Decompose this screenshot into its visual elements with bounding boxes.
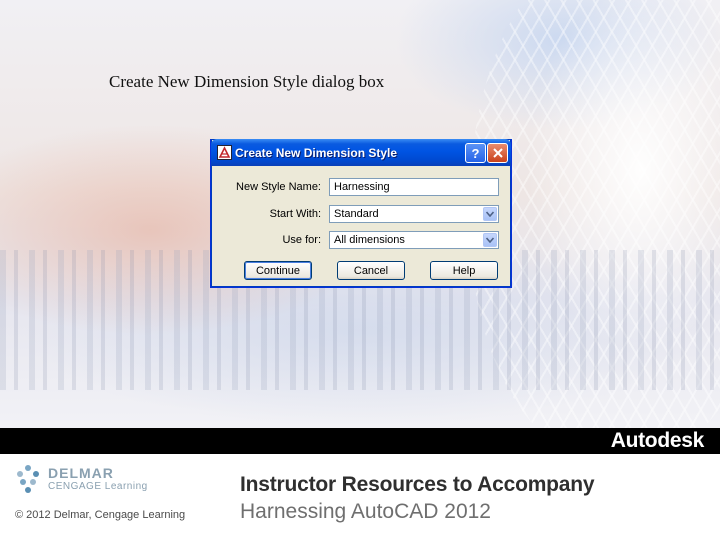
start-with-dropdown-button[interactable] (483, 207, 497, 221)
use-for-value: All dimensions (334, 234, 405, 246)
footer-brand-band: Autodesk (0, 428, 720, 454)
autodesk-logo: Autodesk (610, 429, 705, 452)
publisher-subname: CENGAGE Learning (48, 481, 148, 492)
resource-heading: Instructor Resources to Accompany (240, 473, 595, 496)
close-icon (492, 148, 503, 158)
dialog-titlebar[interactable]: Create New Dimension Style ? (211, 139, 511, 166)
dialog-title: Create New Dimension Style (235, 146, 398, 160)
publisher-name: DELMAR (48, 465, 114, 481)
footer: DELMAR CENGAGE Learning © 2012 Delmar, C… (0, 454, 720, 540)
copyright-text: © 2012 Delmar, Cengage Learning (15, 509, 186, 521)
create-new-dimension-style-dialog: Create New Dimension Style ? New Style N… (210, 139, 512, 288)
chevron-down-icon (486, 211, 494, 217)
continue-button[interactable]: Continue (244, 261, 312, 280)
use-for-select[interactable]: All dimensions (329, 231, 499, 249)
help-question-icon: ? (471, 145, 480, 161)
slide-title: Create New Dimension Style dialog box (109, 72, 385, 91)
start-with-value: Standard (334, 208, 379, 220)
start-with-label: Start With: (269, 208, 321, 220)
new-style-name-input[interactable]: Harnessing (329, 178, 499, 196)
book-title: Harnessing AutoCAD 2012 (240, 500, 491, 523)
use-for-label: Use for: (282, 234, 321, 246)
new-style-name-label: New Style Name: (236, 181, 321, 193)
help-button[interactable]: Help (430, 261, 498, 280)
start-with-select[interactable]: Standard (329, 205, 499, 223)
delmar-logo-icon (17, 465, 39, 493)
title-help-button[interactable]: ? (465, 143, 486, 163)
use-for-dropdown-button[interactable] (483, 233, 497, 247)
chevron-down-icon (486, 237, 494, 243)
title-close-button[interactable] (487, 143, 508, 163)
cancel-button[interactable]: Cancel (337, 261, 405, 280)
autocad-app-icon (217, 145, 232, 160)
